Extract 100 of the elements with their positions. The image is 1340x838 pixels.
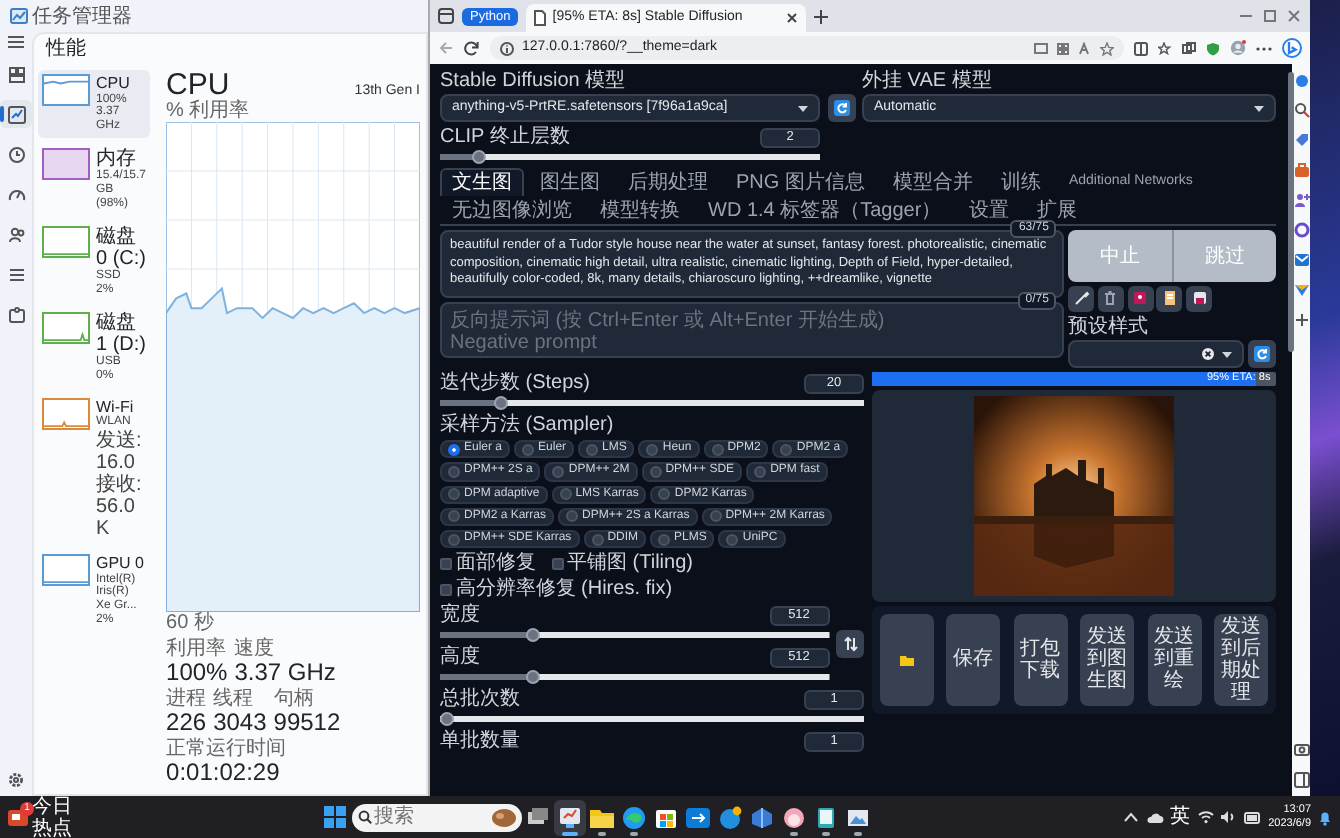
tab[interactable]: 训练 xyxy=(988,168,1053,196)
bell-icon[interactable] xyxy=(1318,809,1333,825)
clear-icon[interactable] xyxy=(1202,348,1215,361)
widget-text[interactable]: 今日热点 xyxy=(31,795,74,838)
tab[interactable]: 文生图 xyxy=(440,168,524,196)
font-icon[interactable] xyxy=(1078,41,1092,55)
disk-button[interactable] xyxy=(1186,285,1213,312)
star-list-icon[interactable] xyxy=(1158,41,1172,55)
radio-button[interactable] xyxy=(522,443,535,456)
wifi-icon[interactable] xyxy=(1197,810,1214,824)
input-method-indicator[interactable]: 英 xyxy=(1170,806,1191,828)
nav-button[interactable] xyxy=(0,100,32,128)
tab-actions-icon[interactable] xyxy=(438,8,454,24)
tab[interactable]: PNG 图片信息 xyxy=(724,168,877,196)
radio-button[interactable] xyxy=(591,533,604,546)
panel-icon[interactable] xyxy=(1293,772,1310,788)
star-icon[interactable] xyxy=(1100,41,1114,55)
ring-icon[interactable] xyxy=(1293,222,1310,238)
checkbox-option[interactable]: 面部修复 xyxy=(440,552,536,575)
start-icon[interactable] xyxy=(323,806,346,828)
radio-button[interactable] xyxy=(559,488,572,501)
radio-button[interactable] xyxy=(726,533,739,546)
note-button[interactable] xyxy=(1156,285,1183,312)
person-icon[interactable] xyxy=(1293,192,1310,208)
chevron-up-icon[interactable] xyxy=(1124,812,1139,822)
slider-thumb[interactable] xyxy=(472,150,487,164)
battery-icon[interactable] xyxy=(1243,811,1262,823)
send-icon[interactable] xyxy=(1293,282,1310,298)
radio-button[interactable] xyxy=(552,466,565,479)
radio-button[interactable] xyxy=(448,533,460,546)
maximize-icon[interactable] xyxy=(1262,8,1278,24)
tab[interactable]: 无边图像浏览 xyxy=(440,196,584,224)
tab[interactable]: 模型合并 xyxy=(880,168,985,196)
screenshot-icon[interactable] xyxy=(1293,742,1310,758)
radio-button[interactable] xyxy=(754,466,767,479)
checkbox[interactable] xyxy=(440,583,452,596)
swap-button[interactable] xyxy=(836,630,864,659)
menu-icon[interactable] xyxy=(8,36,24,48)
gallery-button[interactable]: 发送到图生图 xyxy=(1080,613,1135,706)
folder-button[interactable] xyxy=(879,613,933,706)
screen-icon[interactable] xyxy=(1034,41,1048,55)
radio-button[interactable] xyxy=(448,443,460,456)
gallery-button[interactable]: 发送到后期处理 xyxy=(1214,613,1269,706)
batch-count-slider[interactable] xyxy=(440,712,864,727)
settings-icon[interactable] xyxy=(8,772,24,788)
radio-button[interactable] xyxy=(658,533,671,546)
tag-icon[interactable] xyxy=(1293,132,1310,148)
refresh-button[interactable] xyxy=(1248,340,1277,369)
radio-button[interactable] xyxy=(448,466,460,479)
copilot-icon[interactable] xyxy=(1282,38,1302,58)
search-field[interactable]: 搜索 xyxy=(352,803,523,831)
styles-dropdown[interactable] xyxy=(1068,340,1245,369)
radio-button[interactable] xyxy=(780,443,793,456)
radio-button[interactable] xyxy=(709,510,722,523)
checkbox-option[interactable]: 平铺图 (Tiling) xyxy=(551,552,693,575)
radio-button[interactable] xyxy=(566,510,579,523)
avatar-icon[interactable] xyxy=(1230,40,1246,56)
checkbox[interactable] xyxy=(551,557,564,570)
refresh-button[interactable] xyxy=(827,94,855,122)
radio-button[interactable] xyxy=(646,443,659,456)
speaker-icon[interactable] xyxy=(1220,810,1237,824)
checkbox[interactable] xyxy=(440,557,452,570)
radio-button[interactable] xyxy=(586,443,599,456)
tab[interactable]: 扩展 xyxy=(1025,196,1090,224)
taskbar-button[interactable] xyxy=(554,799,587,835)
slider-thumb[interactable] xyxy=(526,628,541,643)
mail-icon[interactable] xyxy=(1293,252,1310,268)
slider-thumb[interactable] xyxy=(493,396,508,411)
slider-thumb[interactable] xyxy=(440,712,454,727)
negative-prompt-field[interactable]: 反向提示词 (按 Ctrl+Enter 或 Alt+Enter 开始生成) Negative prompt xyxy=(440,301,1065,358)
shield-icon[interactable] xyxy=(1206,41,1220,55)
close-icon[interactable] xyxy=(786,12,799,24)
radio-button[interactable] xyxy=(658,488,671,501)
cloud-icon[interactable] xyxy=(1145,811,1164,823)
trash-button[interactable] xyxy=(1097,285,1124,312)
briefcase-icon[interactable] xyxy=(1293,162,1310,178)
radio-button[interactable] xyxy=(448,488,460,501)
tab[interactable]: WD 1.4 标签器（Tagger） xyxy=(696,196,954,224)
refresh-icon[interactable] xyxy=(464,40,480,56)
tab[interactable]: 模型转换 xyxy=(588,196,692,224)
radio-button[interactable] xyxy=(711,443,724,456)
checkbox-option[interactable]: 高分辨率修复 (Hires. fix) xyxy=(440,578,673,601)
plus-icon[interactable] xyxy=(814,9,829,23)
card-button[interactable] xyxy=(1127,285,1154,312)
tab[interactable]: 设置 xyxy=(957,196,1022,224)
more-icon[interactable] xyxy=(1256,45,1272,51)
search-icon[interactable] xyxy=(1293,102,1310,118)
tab[interactable]: 图生图 xyxy=(528,168,612,196)
gallery-button[interactable]: 发送到重绘 xyxy=(1147,613,1202,706)
plus-icon[interactable] xyxy=(1293,312,1310,328)
tab[interactable]: 后期处理 xyxy=(616,168,720,196)
gallery-button[interactable]: 打包下载 xyxy=(1013,613,1068,706)
radio-button[interactable] xyxy=(448,510,460,523)
collections-icon[interactable] xyxy=(1182,41,1196,55)
slider-thumb[interactable] xyxy=(526,670,541,685)
brush-button[interactable] xyxy=(1068,285,1095,312)
gallery-button[interactable]: 保存 xyxy=(946,613,1001,706)
split-screen-icon[interactable] xyxy=(1134,41,1148,55)
apps-icon[interactable] xyxy=(1056,41,1070,55)
radio-button[interactable] xyxy=(649,466,662,479)
